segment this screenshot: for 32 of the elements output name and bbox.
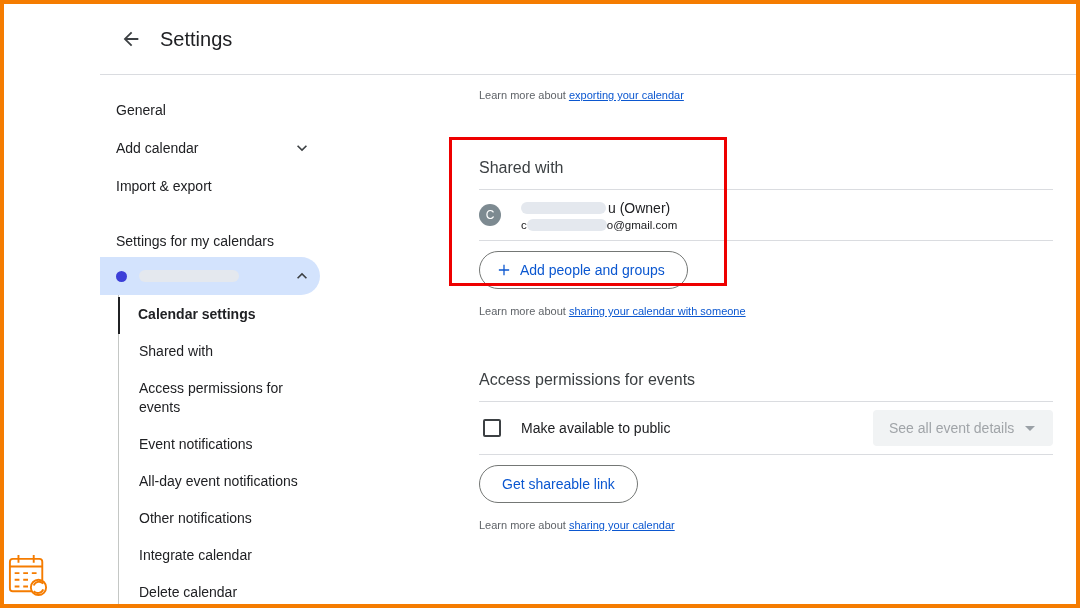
help-text: Learn more about sharing your calendar with someone bbox=[479, 305, 746, 317]
sidebar-subitem[interactable]: Access permissions for events bbox=[119, 371, 299, 427]
person-name: u (Owner) bbox=[608, 199, 671, 216]
calendar-sync-icon bbox=[8, 554, 48, 598]
sidebar-item[interactable]: General bbox=[100, 91, 320, 129]
checkbox-label: Make available to public bbox=[521, 420, 671, 436]
sidebar-subitem[interactable]: All-day event notifications bbox=[119, 464, 299, 501]
page-title: Settings bbox=[160, 27, 233, 51]
sidebar-subitem[interactable]: Event notifications bbox=[119, 427, 299, 464]
section-title: Settings for my calendars bbox=[115, 232, 275, 251]
help-link[interactable]: sharing your calendar bbox=[568, 519, 675, 531]
sidebar-subitem[interactable]: Delete calendar bbox=[119, 575, 299, 604]
avatar: C bbox=[479, 204, 501, 226]
sidebar-item[interactable]: Import & export bbox=[100, 167, 320, 205]
section-heading: Access permissions for events bbox=[479, 371, 1053, 402]
plus-icon bbox=[498, 264, 510, 276]
section-heading: Shared with bbox=[479, 159, 1053, 190]
help-text: Learn more about sharing your calendar bbox=[479, 519, 675, 531]
sidebar-item[interactable]: Add calendar bbox=[100, 129, 320, 167]
sidebar-subitem[interactable]: Integrate calendar bbox=[119, 538, 299, 575]
email-start: c bbox=[521, 218, 527, 231]
dropdown-caret-icon bbox=[1025, 425, 1035, 431]
add-people-button[interactable]: Add people and groups bbox=[479, 251, 688, 289]
person-email: o@gmail.com bbox=[606, 218, 678, 231]
checkbox[interactable] bbox=[483, 419, 501, 437]
sidebar-subitem[interactable]: Other notifications bbox=[119, 501, 299, 538]
help-link[interactable]: sharing your calendar with someone bbox=[568, 305, 746, 317]
help-text: Learn more about exporting your calendar bbox=[479, 89, 684, 101]
shareable-link-button[interactable]: Get shareable link bbox=[479, 465, 638, 503]
sidebar-subitem[interactable]: Calendar settings bbox=[118, 297, 298, 334]
help-link[interactable]: exporting your calendar bbox=[568, 89, 684, 101]
sidebar-subitem[interactable]: Shared with bbox=[119, 334, 299, 371]
